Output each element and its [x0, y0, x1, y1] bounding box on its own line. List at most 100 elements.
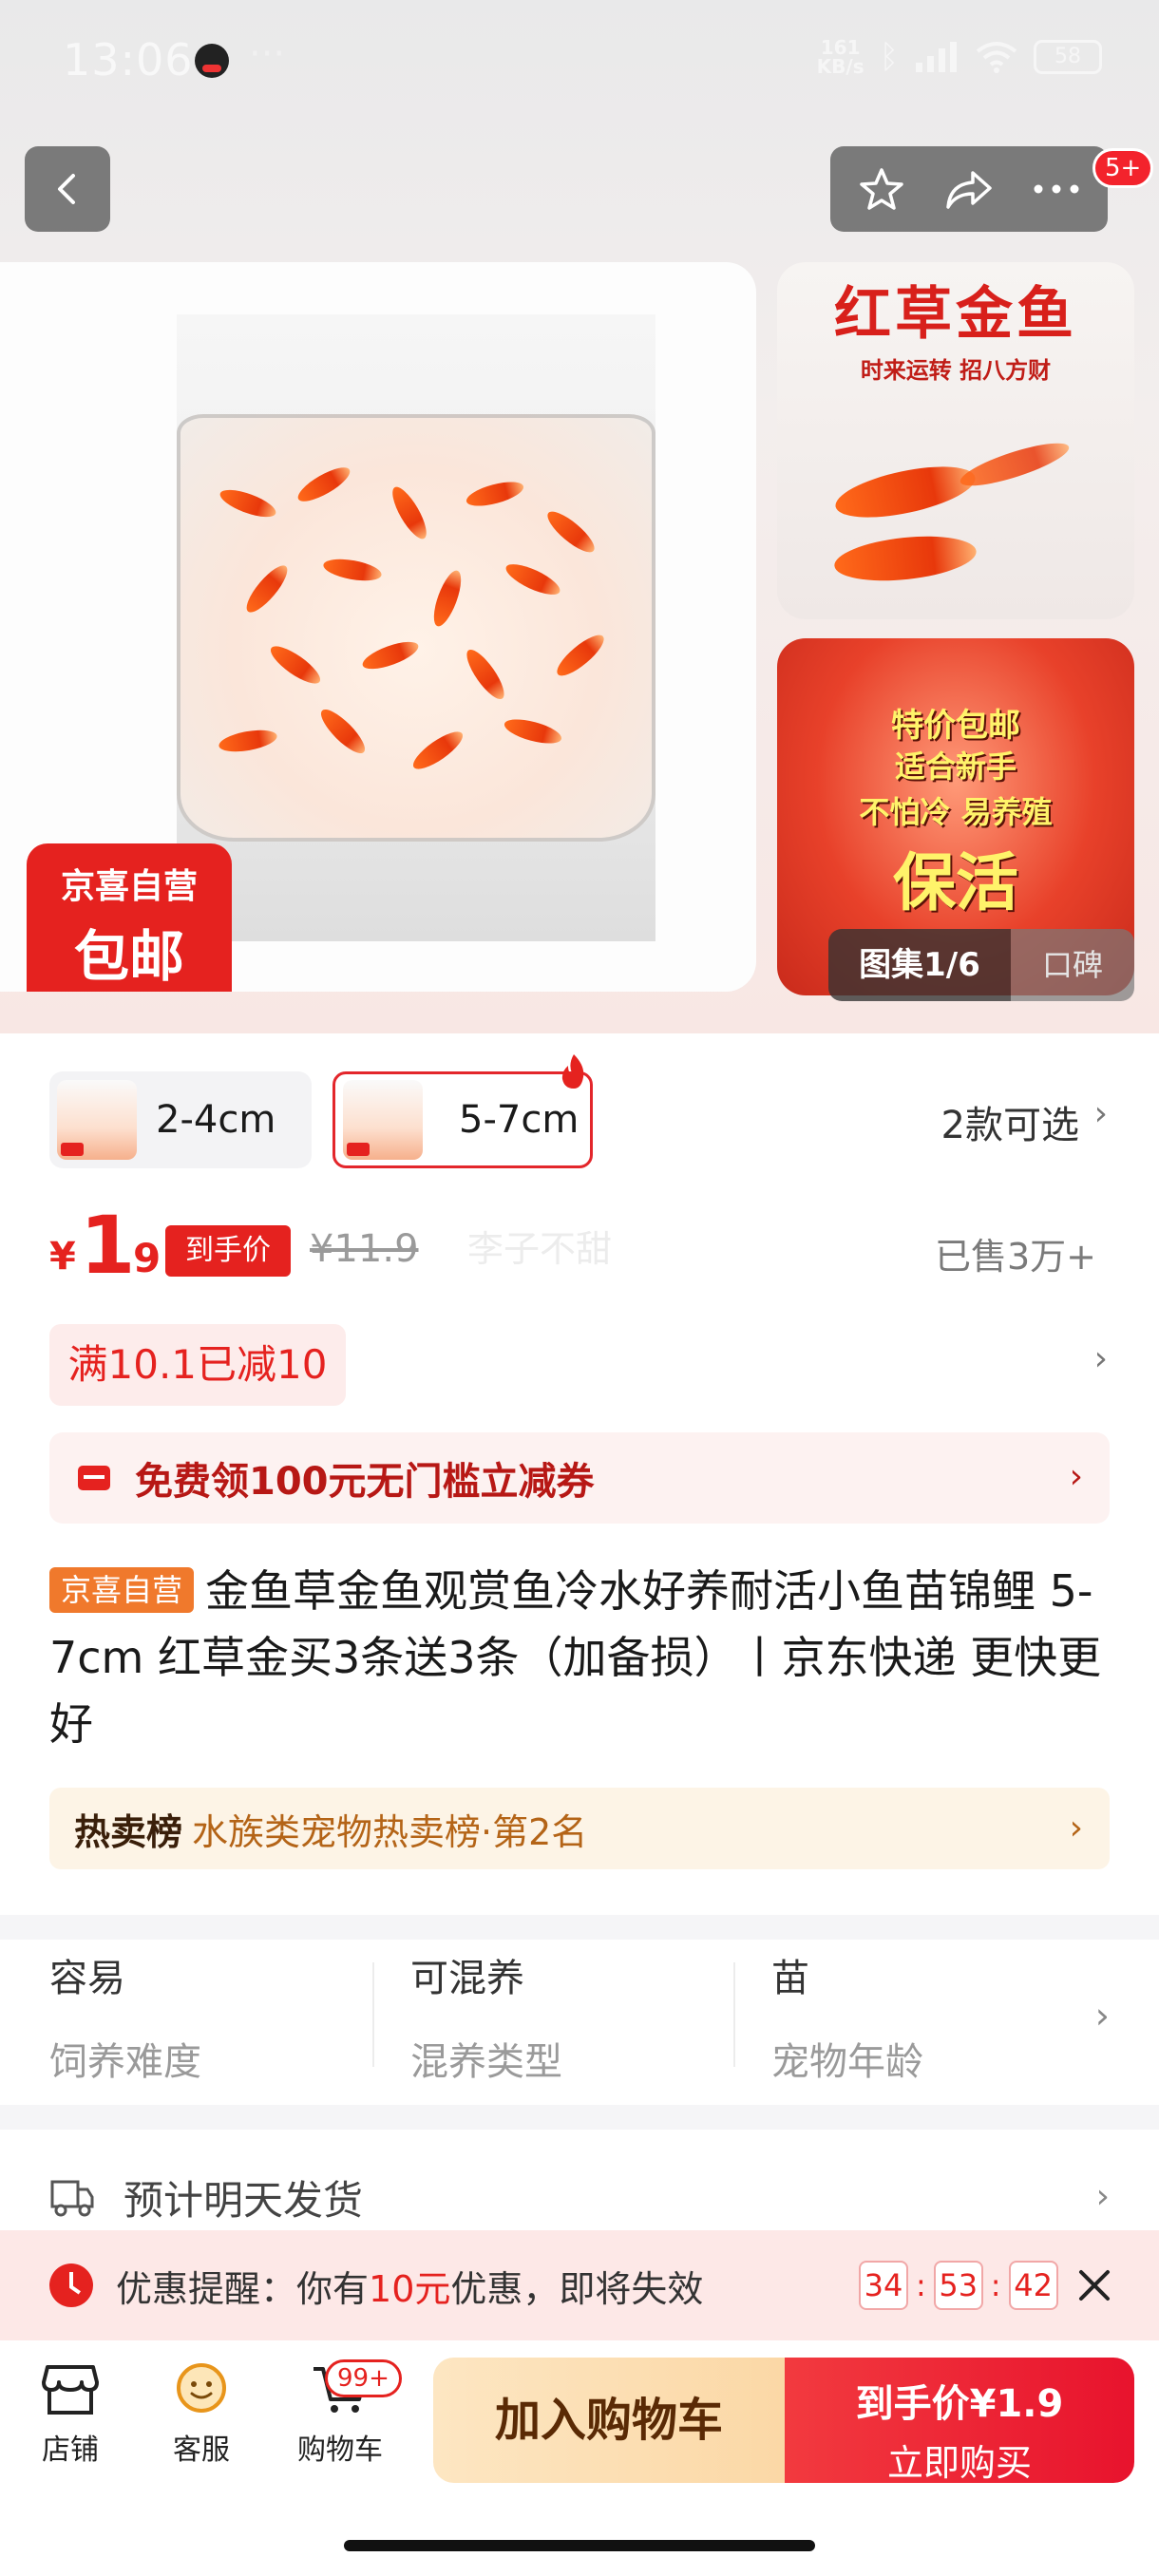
more-button[interactable]: [1018, 151, 1094, 227]
variant-thumbnail: [57, 1080, 137, 1160]
thumbnail-promo-line: 适合新手: [894, 748, 1016, 785]
coupon-icon: [78, 1466, 110, 1490]
goldfish: [502, 714, 564, 748]
network-speed: 161 KB/s: [817, 38, 864, 76]
variant-option-selected[interactable]: 5-7cm: [332, 1071, 593, 1168]
qq-notification-icon: [195, 44, 229, 78]
truck-icon: [50, 2180, 94, 2217]
coupon-banner[interactable]: 免费领100元无门槛立减券 ›: [49, 1432, 1110, 1524]
main-product-image[interactable]: 京喜自营 包邮: [0, 262, 756, 992]
variant-thumbnail: [343, 1080, 423, 1160]
goldfish: [956, 435, 1074, 494]
product-title-text: 金鱼草金鱼观赏鱼冷水好养耐活小鱼苗锦鲤 5-7cm 红草金买3条送3条（加备损）…: [49, 1565, 1102, 1750]
fish-tank-illustration: [177, 314, 656, 941]
attribute-value: 苗: [771, 1957, 809, 2000]
goldfish: [217, 726, 279, 756]
attribute-separator: [733, 1962, 735, 2067]
tab-customer-service[interactable]: 客服: [144, 2361, 258, 2468]
discount-reminder-bar[interactable]: 优惠提醒：你有10元优惠，即将失效 34 : 53 : 42: [0, 2230, 1159, 2340]
chevron-right-icon: ›: [1093, 1339, 1108, 1378]
battery-indicator: 58: [1034, 40, 1102, 74]
goldfish: [294, 461, 354, 508]
status-time: 13:06: [63, 34, 194, 85]
countdown-seconds: 42: [1008, 2261, 1058, 2310]
section-divider: [0, 1915, 1159, 1940]
chevron-right-icon: ›: [1093, 1094, 1108, 1133]
rank-text: 水族类宠物热卖榜·第2名: [192, 1810, 588, 1853]
discount-promo[interactable]: 满10.1已减10: [49, 1324, 346, 1406]
gallery-reviews-tab[interactable]: 口碑: [1011, 929, 1134, 1001]
product-gallery[interactable]: 13:06 ··· 161 KB/s ᛒ 58 5+ 京喜自营 包邮 红草金鱼 …: [0, 0, 1159, 1033]
add-to-cart-button[interactable]: 加入购物车: [433, 2358, 785, 2483]
gallery-counter[interactable]: 图集1/6: [828, 929, 1011, 1001]
buy-now-price: 到手价¥1.9: [855, 2382, 1064, 2426]
network-speed-value: 161: [820, 36, 861, 59]
cart-count-badge: 99+: [325, 2359, 402, 2397]
coupon-text: 免费领100元无门槛立减券: [135, 1460, 595, 1504]
goldfish: [551, 629, 610, 682]
status-bar: 13:06 ··· 161 KB/s ᛒ 58: [0, 0, 1159, 123]
message-count-badge: 5+: [1092, 148, 1154, 188]
share-button[interactable]: [931, 151, 1007, 227]
back-button[interactable]: [25, 146, 110, 232]
attribute-feeding-difficulty: 容易 饲养难度: [49, 1947, 372, 2086]
service-icon: [177, 2363, 226, 2413]
tab-label: 客服: [173, 2434, 230, 2467]
goldfish: [832, 530, 978, 587]
jingxi-self-operated-badge: 京喜自营: [49, 1567, 195, 1613]
goldfish: [408, 726, 468, 775]
countdown-hours: 34: [859, 2261, 908, 2310]
wifi-icon: [976, 42, 1017, 73]
status-more-dots: ···: [249, 32, 286, 76]
goldfish: [464, 477, 526, 511]
signal-icon: [916, 42, 957, 72]
bottom-action-bar: 店铺 客服 购物车 99+ 加入购物车 到手价¥1.9 立即购买: [0, 2340, 1159, 2576]
goldfish: [831, 456, 979, 528]
goldfish: [502, 558, 564, 601]
tab-label: 店铺: [42, 2434, 99, 2467]
buy-now-button[interactable]: 到手价¥1.9 立即购买: [785, 2358, 1134, 2484]
gallery-thumbnail-red-goldfish[interactable]: 红草金鱼 时来运转 招八方财: [777, 262, 1134, 619]
chevron-right-icon: ›: [1094, 1995, 1110, 2036]
attribute-pet-age: 苗 宠物年龄: [771, 1947, 1094, 2086]
clock-icon: [49, 2263, 93, 2307]
countdown-separator: :: [916, 2267, 926, 2303]
tab-label: 购物车: [297, 2434, 383, 2467]
thumbnail-promo-line: 特价包邮: [891, 707, 1020, 745]
variant-option[interactable]: 2-4cm: [49, 1071, 312, 1168]
countdown-separator: :: [990, 2267, 1001, 2303]
attribute-mixing-type: 可混养 混养类型: [410, 1947, 733, 2086]
status-indicators: 161 KB/s ᛒ 58: [817, 38, 1102, 76]
fish-tank-glass: [177, 414, 656, 842]
close-icon[interactable]: [1068, 2259, 1121, 2312]
product-title: 京喜自营 金鱼草金鱼观赏鱼冷水好养耐活小鱼苗锦鲤 5-7cm 红草金买3条送3条（…: [49, 1558, 1113, 1757]
hot-sales-rank[interactable]: 热卖榜 水族类宠物热卖榜·第2名 ›: [49, 1788, 1110, 1869]
variants-count-link[interactable]: 2款可选: [941, 1094, 1079, 1149]
goldfish: [240, 559, 294, 618]
goldfish: [265, 640, 326, 690]
sticker-brand: 京喜自营: [60, 867, 198, 906]
section-divider: [0, 2105, 1159, 2130]
favorite-button[interactable]: [844, 151, 920, 227]
goldfish: [359, 636, 422, 674]
header-actions: [830, 146, 1108, 232]
buy-now-label: 立即购买: [886, 2442, 1032, 2484]
rank-label: 热卖榜: [74, 1810, 183, 1853]
shipping-info[interactable]: 预计明天发货 ›: [49, 2164, 1110, 2230]
chevron-right-icon: ›: [1069, 1809, 1083, 1847]
home-indicator[interactable]: [344, 2540, 815, 2551]
attribute-value: 容易: [49, 1957, 125, 2000]
goldfish: [386, 483, 433, 543]
sticker-free-shipping: 包邮: [73, 924, 184, 989]
thumbnail-promo-line: 保活: [893, 846, 1018, 919]
chevron-right-icon: ›: [1095, 2177, 1110, 2216]
attribute-separator: [372, 1962, 374, 2067]
price-currency: ¥: [49, 1235, 76, 1279]
price-decimal: .9: [118, 1235, 162, 1281]
sold-count: 已售3万+: [934, 1236, 1096, 1278]
final-price-tag: 到手价: [165, 1225, 291, 1277]
goldfish: [428, 567, 466, 630]
thumbnail-subline: 时来运转 招八方财: [860, 357, 1052, 384]
goldfish: [542, 505, 600, 559]
tab-store[interactable]: 店铺: [13, 2361, 127, 2468]
